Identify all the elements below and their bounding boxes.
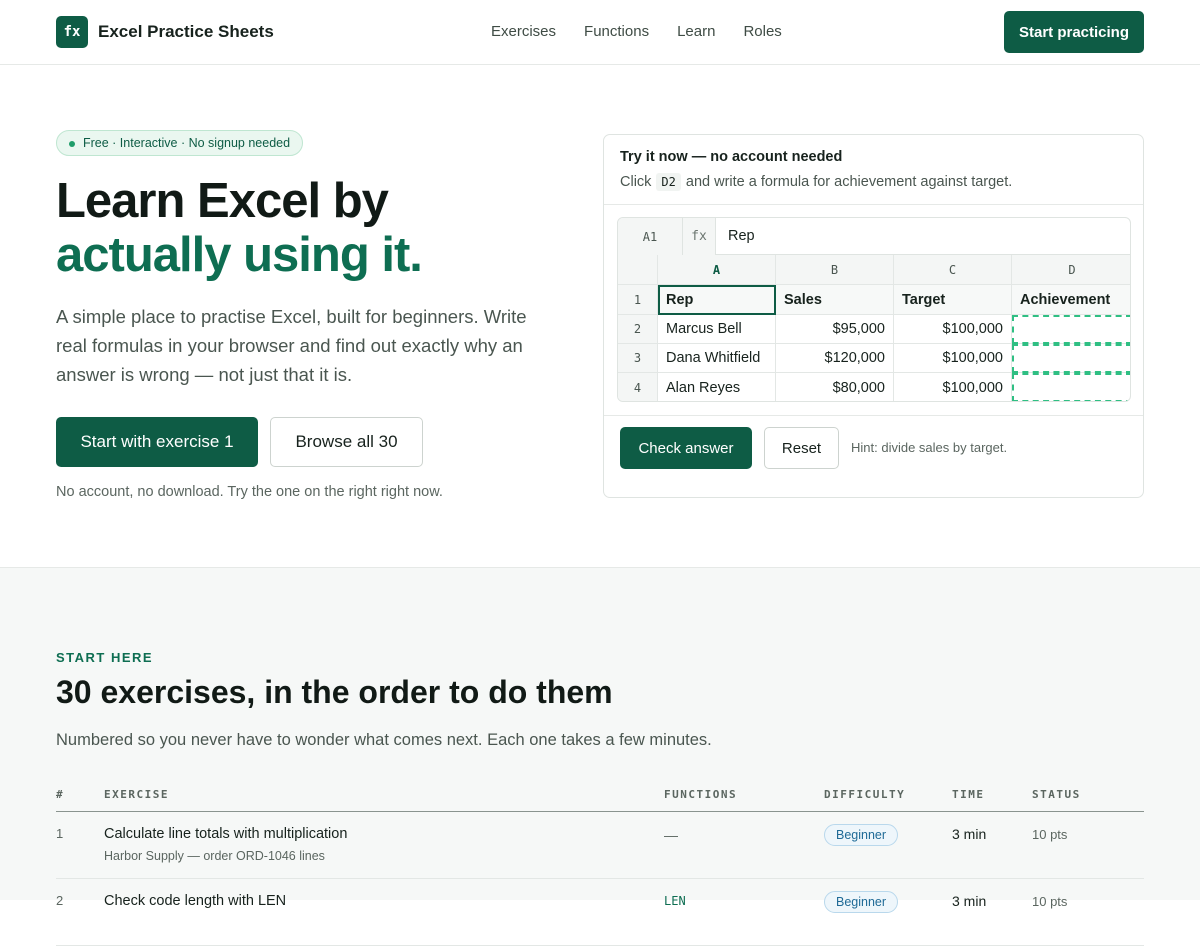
column-header-b[interactable]: B	[776, 255, 894, 285]
fx-logo-icon: fx	[56, 16, 88, 48]
dot-icon	[69, 141, 75, 147]
practice-desc-after: and write a formula for achievement agai…	[685, 174, 1013, 190]
cell-reference-box[interactable]: A1	[618, 218, 683, 255]
exercise-title[interactable]: Check code length with LEN	[104, 893, 286, 909]
section-eyebrow: START HERE	[56, 650, 154, 665]
table-row[interactable]: 2 Check code length with LEN LEN Beginne…	[56, 879, 1144, 946]
hero-title-line2: actually using it.	[56, 228, 423, 282]
cell-a1[interactable]: Rep	[658, 285, 776, 315]
difficulty-badge: Beginner	[824, 891, 899, 913]
col-exercise: EXERCISE	[104, 788, 169, 801]
exercises-section: START HERE 30 exercises, in the order to…	[0, 567, 1200, 946]
exercise-time: 3 min	[952, 893, 987, 909]
hero-subtitle: A simple place to practise Excel, built …	[56, 306, 527, 385]
column-header-c[interactable]: C	[894, 255, 1012, 285]
cell-c1[interactable]: Target	[894, 285, 1012, 315]
cell-c2[interactable]: $100,000	[894, 315, 1012, 344]
start-practicing-button[interactable]: Start practicing	[1004, 11, 1144, 53]
logo[interactable]: fx Excel Practice Sheets	[56, 16, 274, 48]
section-title: 30 exercises, in the order to do them	[56, 674, 613, 710]
hero-pill-badge: Free · Interactive · No signup needed	[56, 130, 304, 156]
nav-link-roles[interactable]: Roles	[743, 23, 781, 40]
cell-a4[interactable]: Alan Reyes	[658, 373, 776, 401]
cell-d1[interactable]: Achievement	[1012, 285, 1130, 315]
exercise-title[interactable]: Calculate line totals with multiplicatio…	[104, 826, 347, 842]
cell-b1[interactable]: Sales	[776, 285, 894, 315]
cell-b4[interactable]: $80,000	[776, 373, 894, 401]
cell-a3[interactable]: Dana Whitfield	[658, 344, 776, 373]
col-time: TIME	[952, 788, 985, 801]
sheet-row-2: 2 Marcus Bell $95,000 $100,000	[618, 315, 1130, 344]
practice-card: Try it now — no account needed Click D2 …	[603, 134, 1144, 498]
formula-bar: A1 fx Rep	[618, 218, 1130, 255]
cell-b3[interactable]: $120,000	[776, 344, 894, 373]
sheet-row-3: 3 Dana Whitfield $120,000 $100,000	[618, 344, 1130, 373]
cell-c4[interactable]: $100,000	[894, 373, 1012, 401]
formula-input[interactable]: Rep	[728, 228, 755, 244]
browse-all-button[interactable]: Browse all 30	[270, 417, 423, 467]
nav-links: Exercises Functions Learn Roles	[491, 23, 810, 40]
nav-link-functions[interactable]: Functions	[584, 23, 649, 40]
hero-note: No account, no download. Try the one on …	[56, 484, 443, 500]
exercise-number: 2	[56, 893, 64, 908]
exercise-functions: —	[664, 827, 678, 843]
practice-description: Click D2 and write a formula for achieve…	[620, 173, 1012, 191]
fx-icon: fx	[683, 218, 716, 255]
sheet-row-4: 4 Alan Reyes $80,000 $100,000	[618, 373, 1130, 401]
exercise-table-header: # EXERCISE FUNCTIONS DIFFICULTY TIME STA…	[56, 788, 1144, 812]
reset-button[interactable]: Reset	[764, 427, 839, 469]
practice-cell-code: D2	[656, 173, 681, 191]
nav-link-learn[interactable]: Learn	[677, 23, 715, 40]
col-functions: FUNCTIONS	[664, 788, 738, 801]
card-divider	[604, 415, 1143, 416]
hint-text: Hint: divide sales by target.	[851, 440, 1008, 455]
top-nav: fx Excel Practice Sheets Exercises Funct…	[0, 0, 1200, 65]
check-answer-button[interactable]: Check answer	[620, 427, 752, 469]
practice-desc-before: Click	[620, 174, 652, 190]
exercise-subtitle: Harbor Supply — order ORD-1046 lines	[104, 849, 325, 863]
exercise-status: 10 pts	[1032, 894, 1068, 909]
column-header-a[interactable]: A	[658, 255, 776, 285]
cell-d4[interactable]	[1012, 373, 1130, 401]
exercise-time: 3 min	[952, 826, 987, 842]
exercise-functions: LEN	[664, 894, 686, 908]
practice-title: Try it now — no account needed	[620, 149, 843, 165]
row-header-4[interactable]: 4	[618, 373, 658, 401]
hero-pill-text: Free · Interactive · No signup needed	[83, 136, 291, 150]
exercise-number: 1	[56, 826, 64, 841]
cell-c3[interactable]: $100,000	[894, 344, 1012, 373]
corner-cell[interactable]	[618, 255, 658, 285]
practice-card-header: Try it now — no account needed Click D2 …	[604, 135, 1143, 205]
row-header-1[interactable]: 1	[618, 285, 658, 315]
difficulty-badge: Beginner	[824, 824, 899, 846]
column-header-row: A B C D	[618, 255, 1130, 285]
section-subtitle: Numbered so you never have to wonder wha…	[56, 731, 712, 749]
table-row[interactable]: 1 Calculate line totals with multiplicat…	[56, 812, 1144, 879]
cell-d2[interactable]	[1012, 315, 1130, 344]
col-number: #	[56, 788, 65, 801]
hero-title-line1: Learn Excel by	[56, 174, 389, 228]
row-header-3[interactable]: 3	[618, 344, 658, 373]
start-exercise-1-button[interactable]: Start with exercise 1	[56, 417, 258, 467]
exercise-status: 10 pts	[1032, 827, 1068, 842]
cell-d3[interactable]	[1012, 344, 1130, 373]
brand-name: Excel Practice Sheets	[98, 22, 274, 41]
column-header-d[interactable]: D	[1012, 255, 1130, 285]
col-status: STATUS	[1032, 788, 1081, 801]
col-difficulty: DIFFICULTY	[824, 788, 906, 801]
spreadsheet: A1 fx Rep A B C D 1 Rep Sales Target Ach…	[617, 217, 1131, 402]
cell-a2[interactable]: Marcus Bell	[658, 315, 776, 344]
row-header-2[interactable]: 2	[618, 315, 658, 344]
hero-title: Learn Excel by actually using it.	[56, 174, 423, 282]
sheet-row-1: 1 Rep Sales Target Achievement	[618, 285, 1130, 315]
cell-b2[interactable]: $95,000	[776, 315, 894, 344]
nav-link-exercises[interactable]: Exercises	[491, 23, 556, 40]
